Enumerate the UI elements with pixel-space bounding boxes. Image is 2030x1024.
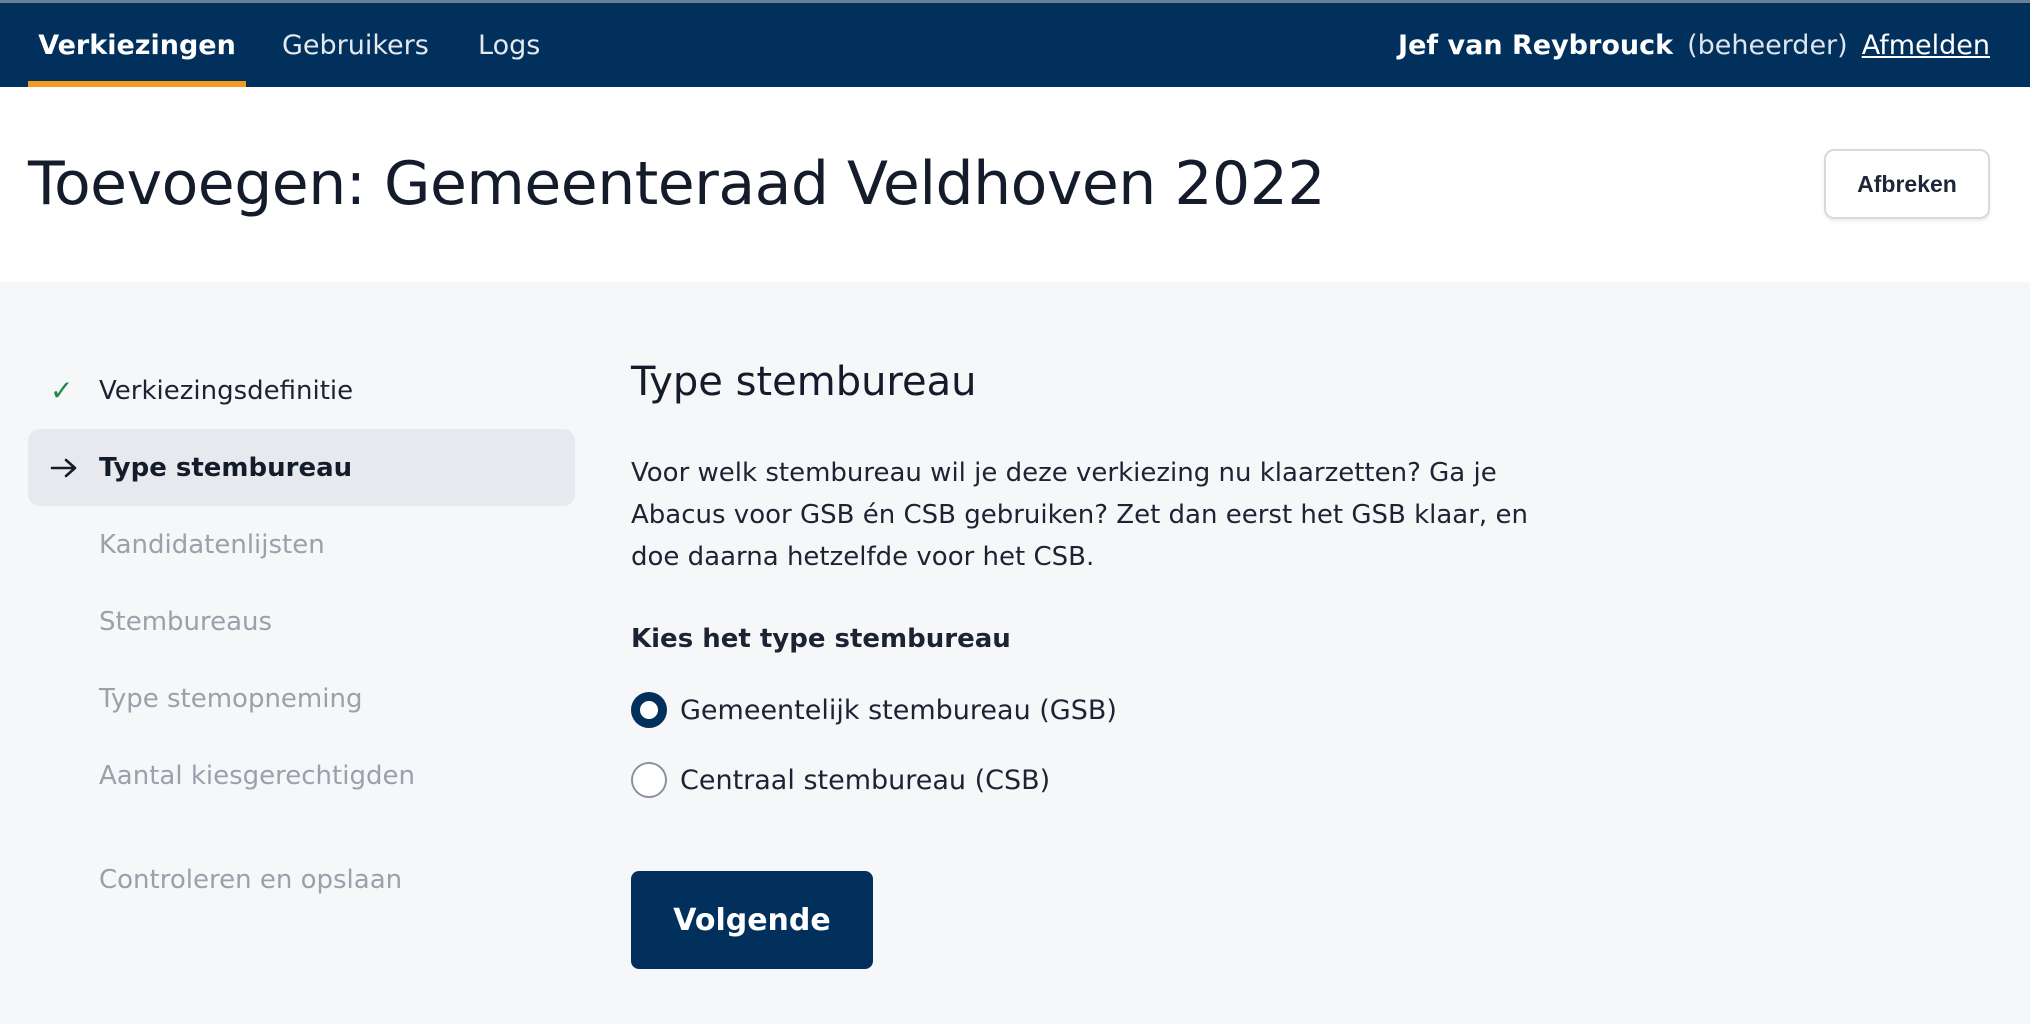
radio-button-csb[interactable] xyxy=(631,762,667,798)
step-verkiezingsdefinitie[interactable]: ✓ Verkiezingsdefinitie xyxy=(28,352,575,429)
check-icon: ✓ xyxy=(50,374,74,407)
step-label: Type stembureau xyxy=(99,452,353,483)
step-label: Type stemopneming xyxy=(99,683,363,714)
wizard-steps: ✓ Verkiezingsdefinitie Type stembureau K… xyxy=(28,352,575,918)
step-aantal-kiesgerechtigden: Aantal kiesgerechtigden xyxy=(28,737,575,814)
step-label: Stembureaus xyxy=(99,606,273,637)
radio-label-gsb: Gemeentelijk stembureau (GSB) xyxy=(680,694,1117,726)
user-name: Jef van Reybrouck xyxy=(1398,29,1674,61)
page-title: Toevoegen: Gemeenteraad Veldhoven 2022 xyxy=(28,149,1326,219)
step-label: Verkiezingsdefinitie xyxy=(99,375,354,406)
next-button[interactable]: Volgende xyxy=(631,871,873,969)
arrow-right-icon-svg xyxy=(50,458,77,477)
radio-label-csb: Centraal stembureau (CSB) xyxy=(680,764,1051,796)
user-role: (beheerder) xyxy=(1687,29,1848,61)
logout-link[interactable]: Afmelden xyxy=(1862,30,1990,61)
page-header: Toevoegen: Gemeenteraad Veldhoven 2022 A… xyxy=(0,87,2030,282)
radio-option-gsb[interactable]: Gemeentelijk stembureau (GSB) xyxy=(631,692,1117,728)
section-title: Type stembureau xyxy=(631,359,977,405)
step-label: Aantal kiesgerechtigden xyxy=(99,760,415,791)
top-navigation: Verkiezingen Gebruikers Logs Jef van Rey… xyxy=(0,0,2030,87)
step-type-stembureau: Type stembureau xyxy=(28,429,575,506)
radio-button-gsb[interactable] xyxy=(631,692,667,728)
radio-option-csb[interactable]: Centraal stembureau (CSB) xyxy=(631,762,1050,798)
cancel-button[interactable]: Afbreken xyxy=(1824,149,1990,219)
intro-text: Voor welk stembureau wil je deze verkiez… xyxy=(631,458,1528,572)
step-controleren-en-opslaan: Controleren en opslaan xyxy=(28,841,575,918)
nav-item-verkiezingen[interactable]: Verkiezingen xyxy=(28,3,246,87)
field-label: Kies het type stembureau xyxy=(631,624,1011,654)
nav-item-gebruikers[interactable]: Gebruikers xyxy=(282,3,429,87)
step-kandidatenlijsten: Kandidatenlijsten xyxy=(28,506,575,583)
arrow-right-icon xyxy=(50,429,78,506)
nav-item-logs[interactable]: Logs xyxy=(478,3,540,87)
step-type-stemopneming: Type stemopneming xyxy=(28,660,575,737)
step-label: Kandidatenlijsten xyxy=(99,529,325,560)
step-stembureaus: Stembureaus xyxy=(28,583,575,660)
step-label: Controleren en opslaan xyxy=(99,864,403,895)
user-area: Jef van Reybrouck (beheerder) Afmelden xyxy=(1398,3,1990,87)
